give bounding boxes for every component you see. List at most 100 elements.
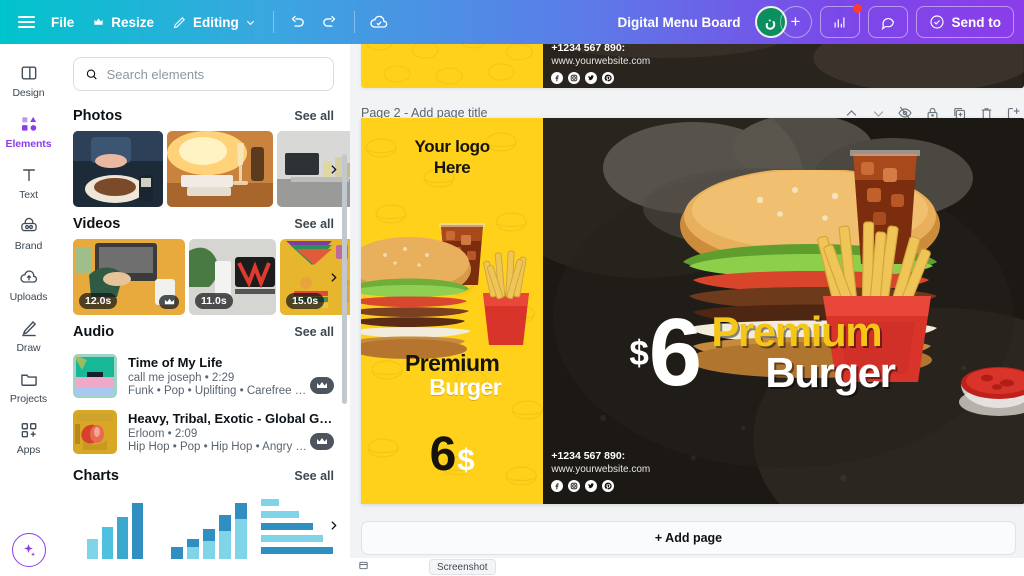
chart-thumbnail-stacked[interactable]	[165, 493, 251, 559]
right-premium-burger-text[interactable]: Premium Burger	[711, 311, 896, 394]
notification-dot	[852, 4, 862, 13]
panel-scrollbar[interactable]	[342, 154, 347, 404]
sidebar-item-elements[interactable]: Elements	[4, 107, 53, 154]
contact-block[interactable]: +1234 567 890: www.yourwebsite.com	[551, 450, 650, 492]
video-duration: 15.0s	[286, 293, 325, 309]
document-title[interactable]: Digital Menu Board	[617, 15, 740, 30]
crown-icon	[164, 298, 174, 305]
sidebar-item-design[interactable]: Design	[4, 56, 53, 103]
comments-button[interactable]	[867, 6, 908, 38]
magic-studio-button[interactable]	[11, 533, 46, 567]
video-duration: 12.0s	[79, 293, 118, 309]
elements-panel: Photos See all Videos See all	[57, 44, 350, 576]
top-toolbar: File Resize Editing Digital Menu Board ن	[0, 0, 1024, 44]
search-input[interactable]	[106, 66, 322, 82]
pinterest-icon[interactable]	[602, 480, 615, 492]
instagram-icon[interactable]	[568, 480, 581, 492]
add-collaborator-button[interactable]: +	[779, 6, 812, 38]
sidebar-item-uploads[interactable]: Uploads	[4, 260, 53, 307]
logo-line-1: Your logo	[414, 137, 490, 156]
video-thumbnail[interactable]: 11.0s	[189, 239, 276, 315]
sidebar-item-projects[interactable]: Projects	[4, 362, 53, 409]
sidebar-label-projects: Projects	[9, 393, 48, 405]
twitter-icon[interactable]	[585, 72, 598, 84]
list-item[interactable]: Heavy, Tribal, Exotic - Global Gan… Erlo…	[57, 403, 350, 459]
audio-artwork	[73, 410, 117, 454]
photos-see-all[interactable]: See all	[294, 109, 334, 123]
burger-combo-image[interactable]	[361, 213, 543, 363]
poster-left-panel[interactable]: Your logo Here Premium Burger 6 $	[361, 118, 544, 504]
redo-button[interactable]	[314, 7, 346, 37]
poster-right-panel[interactable]: $ 6 Premium Burger +1234 567 890: www.yo…	[543, 118, 1024, 504]
facebook-icon[interactable]	[551, 480, 564, 492]
sidebar-item-text[interactable]: Text	[4, 158, 53, 205]
audio-see-all[interactable]: See all	[294, 325, 334, 339]
sidebar-item-apps[interactable]: Apps	[4, 413, 53, 460]
sidebar-label-brand: Brand	[14, 240, 43, 252]
left-rail: Design Elements Text Brand Uploads Draw …	[0, 44, 57, 576]
photo-thumbnail[interactable]	[73, 131, 163, 207]
chart-thumbnail-progress[interactable]	[349, 493, 350, 559]
audio-meta: Heavy, Tribal, Exotic - Global Gan… Erlo…	[128, 410, 334, 453]
photo-thumbnail[interactable]	[167, 131, 273, 207]
photos-section-header: Photos See all	[57, 99, 350, 131]
editing-mode-button[interactable]: Editing	[163, 7, 265, 37]
right-price-text[interactable]: $ 6	[629, 305, 702, 401]
video-thumbnail[interactable]: 12.0s	[73, 239, 185, 315]
notes-icon[interactable]	[358, 558, 369, 576]
charts-see-all[interactable]: See all	[294, 469, 334, 483]
pro-badge	[159, 295, 179, 309]
file-label: File	[51, 14, 75, 30]
save-status-button[interactable]	[363, 7, 395, 37]
instagram-icon[interactable]	[568, 72, 581, 84]
ketchup-bowl-image[interactable]	[957, 356, 1024, 418]
logo-line-2: Here	[433, 158, 471, 178]
screenshot-chip[interactable]: Screenshot	[429, 559, 496, 575]
check-circle-icon	[929, 15, 944, 29]
facebook-icon[interactable]	[551, 72, 564, 84]
charts-next-button[interactable]	[322, 514, 344, 536]
crown-icon	[317, 438, 327, 444]
socials-preview	[551, 72, 650, 84]
audio-title: Heavy, Tribal, Exotic - Global Gan…	[128, 411, 334, 426]
audio-title: Audio	[73, 324, 115, 340]
search-box[interactable]	[73, 57, 334, 91]
pinterest-icon[interactable]	[602, 72, 615, 84]
resize-button[interactable]: Resize	[83, 7, 163, 37]
twitter-icon[interactable]	[585, 480, 598, 492]
search-container	[57, 44, 350, 99]
undo-icon	[291, 15, 305, 27]
resize-label: Resize	[111, 14, 155, 30]
videos-next-button[interactable]	[322, 266, 344, 288]
audio-tags: Funk • Pop • Uplifting • Carefree •…	[128, 385, 311, 397]
chart-thumbnail-column[interactable]	[73, 493, 159, 559]
logo-placeholder-text[interactable]: Your logo Here	[361, 136, 543, 179]
left-premium-burger-text[interactable]: Premium Burger	[361, 351, 543, 399]
text-t-icon	[17, 163, 41, 187]
send-to-button[interactable]: Send to	[915, 6, 1014, 38]
avatar-initial: ن	[764, 14, 776, 31]
page-2-canvas[interactable]: Your logo Here Premium Burger 6 $ $ 6 Pr…	[361, 118, 1024, 504]
photos-next-button[interactable]	[322, 158, 344, 180]
videos-see-all[interactable]: See all	[294, 217, 334, 231]
audio-artwork	[73, 354, 117, 398]
poster-right-panel: +1234 567 890: www.yourwebsite.com	[543, 44, 1024, 88]
phone-number: +1234 567 890:	[551, 449, 626, 462]
pro-badge	[310, 377, 334, 394]
sidebar-label-draw: Draw	[16, 342, 41, 354]
file-menu-button[interactable]: File	[42, 7, 83, 37]
add-page-button[interactable]: + Add page	[361, 521, 1016, 555]
page-1-preview[interactable]: 6 $ +1234 567 890: www.yourwebsite.com	[361, 44, 1024, 88]
contact-block-preview: +1234 567 890: www.yourwebsite.com	[551, 44, 650, 84]
left-price-text[interactable]: 6 $	[361, 430, 543, 478]
sidebar-item-brand[interactable]: Brand	[4, 209, 53, 256]
sidebar-item-draw[interactable]: Draw	[4, 311, 53, 358]
videos-thumbnail-row: 12.0s 11.0s 15.0s	[57, 239, 350, 315]
charts-thumbnail-row	[57, 491, 350, 559]
hamburger-menu-button[interactable]	[10, 7, 42, 37]
insights-button[interactable]	[819, 4, 862, 38]
list-item[interactable]: Time of My Life call me joseph • 2:29 Fu…	[57, 347, 350, 403]
videos-title: Videos	[73, 216, 121, 232]
undo-button[interactable]	[282, 7, 314, 37]
website-preview: www.yourwebsite.com	[551, 56, 651, 67]
